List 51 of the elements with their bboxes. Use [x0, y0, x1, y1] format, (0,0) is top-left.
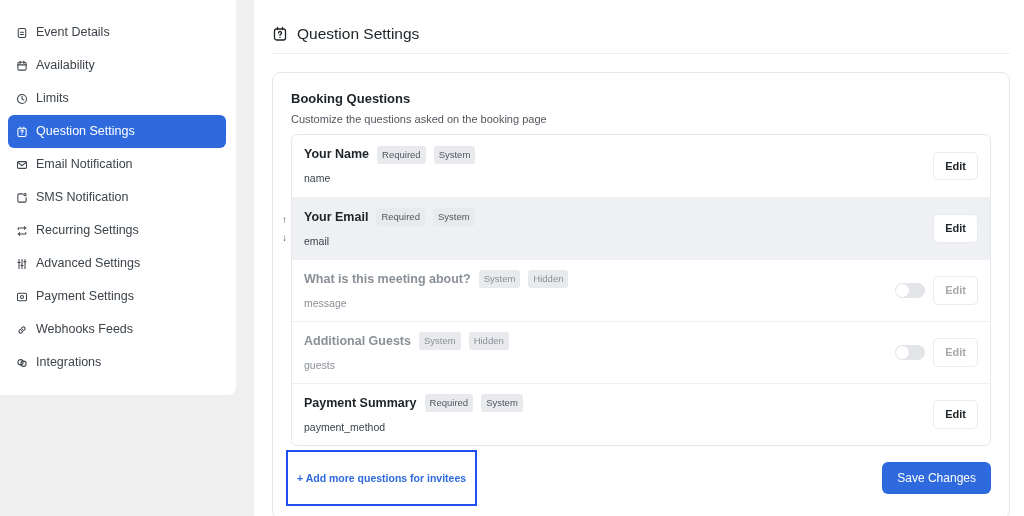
- page-title: Question Settings: [297, 23, 420, 44]
- message-icon: [16, 191, 28, 204]
- sidebar-item[interactable]: Integrations: [8, 346, 226, 379]
- tag: Required: [377, 145, 426, 164]
- field-key: message: [304, 295, 896, 312]
- sidebar-item[interactable]: Payment Settings: [8, 280, 226, 313]
- sidebar-item[interactable]: SMS Notification: [8, 181, 226, 214]
- sliders-icon: [16, 257, 28, 270]
- card-title: Booking Questions: [291, 90, 412, 108]
- field-key: name: [304, 171, 934, 187]
- sidebar-item[interactable]: Email Notification: [8, 148, 226, 181]
- tag: Required: [424, 394, 474, 413]
- sidebar-item[interactable]: Limits: [8, 82, 226, 115]
- field-key: guests: [304, 357, 896, 374]
- tag: Hidden: [468, 332, 509, 351]
- field-key: email: [304, 233, 934, 250]
- envelope-icon: [16, 158, 28, 171]
- toggle-switch[interactable]: [895, 345, 926, 360]
- tag: Hidden: [528, 270, 569, 289]
- question-icon: [16, 125, 28, 138]
- edit-button[interactable]: Edit: [933, 151, 978, 181]
- tag: System: [418, 332, 461, 351]
- question-icon: [272, 25, 288, 42]
- sidebar-item[interactable]: Advanced Settings: [8, 247, 226, 280]
- tag: System: [432, 208, 475, 227]
- sidebar-item[interactable]: Event Details: [8, 16, 226, 49]
- question-label: What is this meeting about?: [304, 270, 471, 288]
- question-label: Your Name: [304, 146, 370, 164]
- card-subtitle: Customize the questions asked on the booking page: [291, 111, 548, 127]
- toggle-switch[interactable]: [895, 283, 926, 298]
- question-label: Your Email: [304, 208, 369, 226]
- tag: Required: [376, 208, 425, 227]
- calendar-icon: [16, 59, 28, 72]
- question-label: Payment Summary: [304, 394, 417, 412]
- document-icon: [16, 26, 28, 39]
- edit-button[interactable]: Edit: [933, 400, 978, 429]
- edit-button[interactable]: Edit: [933, 214, 978, 243]
- save-button[interactable]: Save Changes: [882, 462, 991, 494]
- repeat-icon: [16, 224, 28, 237]
- clock-icon: [16, 92, 28, 105]
- tag: System: [481, 394, 523, 413]
- tag: System: [478, 270, 521, 289]
- sidebar-item[interactable]: Question Settings: [8, 115, 226, 148]
- sidebar-item[interactable]: Webhooks Feeds: [8, 313, 226, 346]
- sidebar-item[interactable]: Availability: [8, 49, 226, 82]
- add-questions-link[interactable]: + Add more questions for invitees: [297, 472, 467, 485]
- sidebar-item[interactable]: Recurring Settings: [8, 214, 226, 247]
- field-key: payment_method: [304, 419, 934, 436]
- tag: System: [433, 145, 476, 164]
- link-icon: [16, 323, 28, 336]
- question-label: Additional Guests: [304, 332, 411, 350]
